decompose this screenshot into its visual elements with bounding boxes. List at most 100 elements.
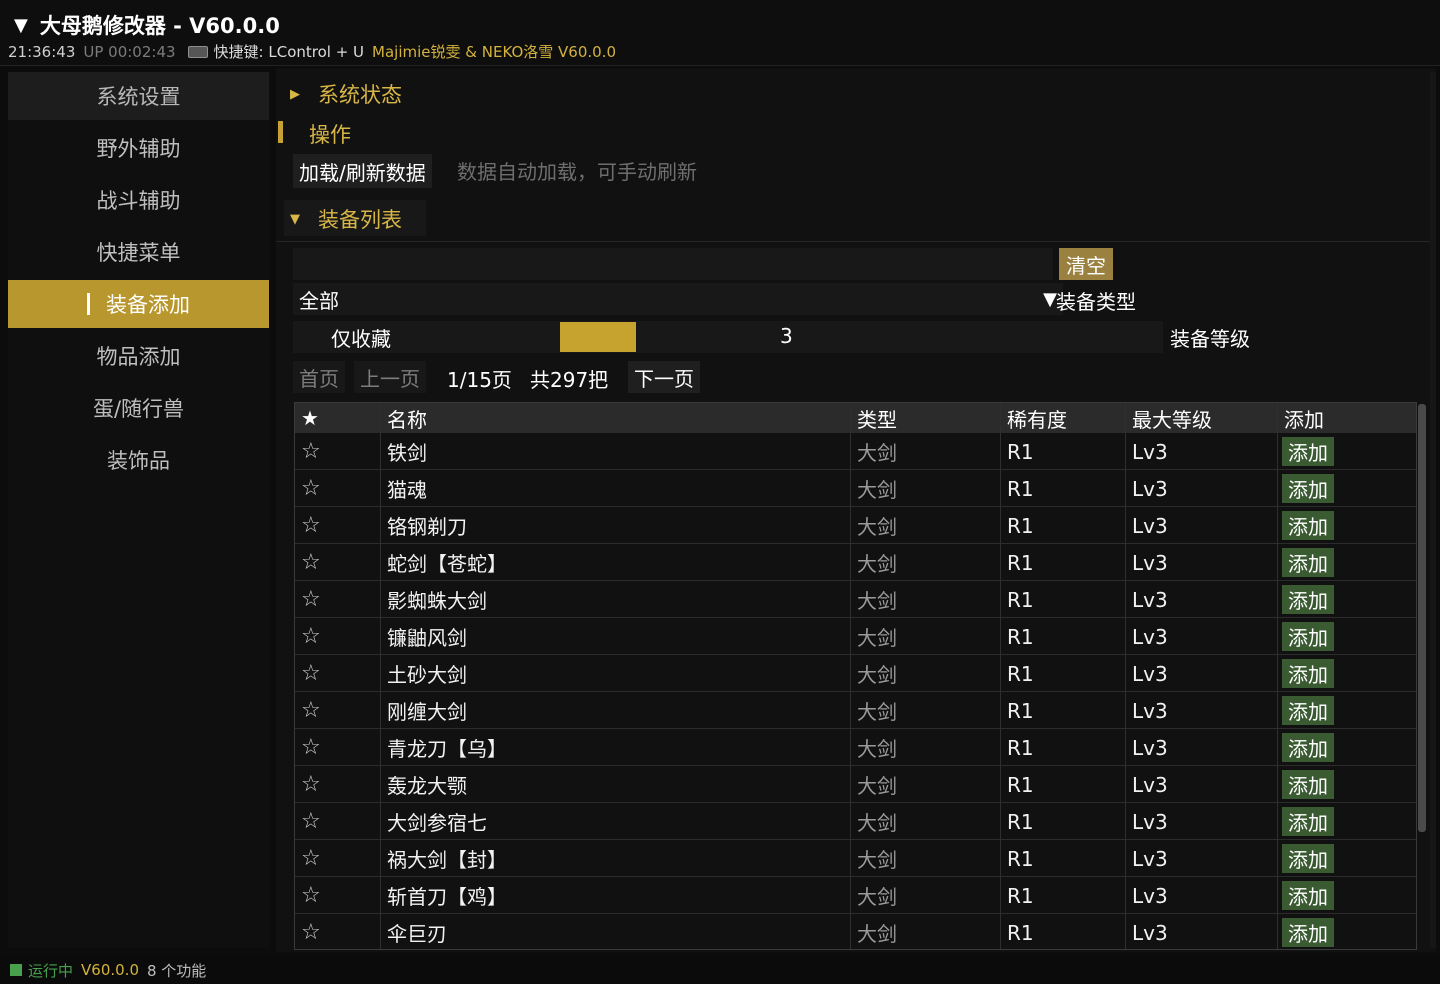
favorite-star-icon[interactable]: ☆: [295, 507, 381, 544]
favorite-star-icon[interactable]: ☆: [295, 470, 381, 507]
prev-page-button[interactable]: 上一页: [354, 361, 426, 393]
table-row: ☆ 镰鼬风剑 大剑 R1 Lv3 添加: [295, 618, 1416, 655]
sidebar-item-field-assist[interactable]: 野外辅助: [8, 124, 269, 172]
sidebar-item-label: 野外辅助: [96, 137, 181, 161]
search-input[interactable]: [293, 248, 1053, 280]
divider: [276, 241, 1431, 242]
hotkey-text: 快捷键: LControl + U: [213, 43, 365, 61]
equipment-rarity: R1: [1007, 920, 1034, 945]
add-button[interactable]: 添加: [1282, 474, 1334, 503]
favorite-star-icon[interactable]: ☆: [295, 914, 381, 949]
add-button[interactable]: 添加: [1282, 511, 1334, 540]
header-favorite[interactable]: ★: [295, 403, 381, 433]
sidebar-item-system-settings[interactable]: 系统设置: [8, 72, 269, 120]
sidebar-item-decorations[interactable]: 装饰品: [8, 436, 269, 484]
system-status-header[interactable]: ▶ 系统状态: [290, 79, 402, 109]
feature-count: 8 个功能: [147, 961, 207, 980]
favorite-star-icon[interactable]: ☆: [295, 581, 381, 618]
header-add[interactable]: 添加: [1278, 403, 1416, 433]
table-row: ☆ 刚缠大剑 大剑 R1 Lv3 添加: [295, 692, 1416, 729]
type-select-value: 全部: [299, 288, 339, 313]
equipment-max-level: Lv3: [1132, 883, 1168, 908]
equipment-name: 轰龙大颚: [387, 774, 467, 798]
add-button[interactable]: 添加: [1282, 807, 1334, 836]
equipment-max-level: Lv3: [1132, 513, 1168, 538]
equipment-name: 祸大剑【封】: [387, 848, 507, 872]
favorite-star-icon[interactable]: ☆: [295, 840, 381, 877]
equipment-level-label: 装备等级: [1170, 327, 1250, 351]
header-name[interactable]: 名称: [381, 403, 851, 433]
favorite-star-icon[interactable]: ☆: [295, 544, 381, 581]
favorite-star-icon[interactable]: ☆: [295, 877, 381, 914]
collapse-triangle-icon: ▼: [290, 211, 300, 227]
total-count: 共297把: [530, 368, 609, 392]
next-page-button[interactable]: 下一页: [628, 361, 700, 393]
add-button[interactable]: 添加: [1282, 844, 1334, 873]
level-slider[interactable]: [553, 321, 1163, 353]
sidebar-item-eggs-pets[interactable]: 蛋/随行兽: [8, 384, 269, 432]
equipment-max-level: Lv3: [1132, 587, 1168, 612]
table-row: ☆ 青龙刀【乌】 大剑 R1 Lv3 添加: [295, 729, 1416, 766]
column-divider: [380, 403, 381, 949]
title-row[interactable]: ▼ 大母鹅修改器 - V60.0.0: [14, 10, 280, 40]
favorite-star-icon[interactable]: ☆: [295, 692, 381, 729]
sidebar-item-quick-menu[interactable]: 快捷菜单: [8, 228, 269, 276]
add-button[interactable]: 添加: [1282, 881, 1334, 910]
add-button[interactable]: 添加: [1282, 733, 1334, 762]
equipment-type: 大剑: [857, 552, 897, 576]
equipment-name: 影蜘蛛大剑: [387, 589, 487, 613]
add-button[interactable]: 添加: [1282, 659, 1334, 688]
equipment-type-select[interactable]: 全部 ▼: [293, 283, 1063, 315]
clear-button[interactable]: 清空: [1059, 248, 1113, 280]
equipment-type-label: 装备类型: [1056, 290, 1136, 314]
equipment-rarity: R1: [1007, 883, 1034, 908]
equipment-name: 土砂大剑: [387, 663, 467, 687]
collapse-triangle-icon[interactable]: ▼: [14, 15, 28, 36]
main-scrollbar[interactable]: [1430, 72, 1436, 948]
reload-data-button[interactable]: 加载/刷新数据: [293, 154, 432, 188]
equipment-type: 大剑: [857, 848, 897, 872]
first-page-button[interactable]: 首页: [293, 361, 345, 393]
favorite-star-icon[interactable]: ☆: [295, 766, 381, 803]
equipment-rarity: R1: [1007, 439, 1034, 464]
header-type[interactable]: 类型: [851, 403, 1001, 433]
window-title: 大母鹅修改器 - V60.0.0: [39, 14, 280, 38]
status-version: V60.0.0: [81, 961, 139, 979]
section-marker: [278, 121, 283, 143]
favorite-star-icon[interactable]: ☆: [295, 729, 381, 766]
add-button[interactable]: 添加: [1282, 622, 1334, 651]
table-row: ☆ 铬钢剃刀 大剑 R1 Lv3 添加: [295, 507, 1416, 544]
sidebar-item-combat-assist[interactable]: 战斗辅助: [8, 176, 269, 224]
equipment-rarity: R1: [1007, 809, 1034, 834]
favorite-star-icon[interactable]: ☆: [295, 433, 381, 470]
equipment-type: 大剑: [857, 589, 897, 613]
table-row: ☆ 轰龙大颚 大剑 R1 Lv3 添加: [295, 766, 1416, 803]
table-scrollbar[interactable]: [1418, 404, 1426, 832]
add-button[interactable]: 添加: [1282, 696, 1334, 725]
favorite-star-icon[interactable]: ☆: [295, 655, 381, 692]
section-title: 系统状态: [318, 83, 402, 107]
equipment-type: 大剑: [857, 478, 897, 502]
favorite-star-icon[interactable]: ☆: [295, 803, 381, 840]
equipment-max-level: Lv3: [1132, 550, 1168, 575]
table-row: ☆ 斩首刀【鸡】 大剑 R1 Lv3 添加: [295, 877, 1416, 914]
add-button[interactable]: 添加: [1282, 437, 1334, 466]
equipment-type: 大剑: [857, 737, 897, 761]
status-bar: 运行中 V60.0.0 8 个功能: [0, 956, 1440, 984]
main-panel: ▶ 系统状态 操作 加载/刷新数据 数据自动加载，可手动刷新 ▼ 装备列表 清空…: [276, 68, 1436, 952]
title-bar: ▼ 大母鹅修改器 - V60.0.0 21:36:43 UP 00:02:43 …: [0, 0, 1440, 66]
add-button[interactable]: 添加: [1282, 585, 1334, 614]
add-button[interactable]: 添加: [1282, 770, 1334, 799]
add-button[interactable]: 添加: [1282, 918, 1334, 947]
level-slider-handle[interactable]: [560, 322, 636, 352]
favorite-star-icon[interactable]: ☆: [295, 618, 381, 655]
header-max-level[interactable]: 最大等级: [1126, 403, 1278, 433]
add-button[interactable]: 添加: [1282, 548, 1334, 577]
equipment-type: 大剑: [857, 774, 897, 798]
sidebar-item-item-add[interactable]: 物品添加: [8, 332, 269, 380]
sidebar-item-equipment-add[interactable]: 装备添加: [8, 280, 269, 328]
header-rarity[interactable]: 稀有度: [1001, 403, 1126, 433]
equipment-rarity: R1: [1007, 735, 1034, 760]
active-indicator: [87, 293, 90, 315]
equipment-list-header[interactable]: ▼ 装备列表: [290, 204, 402, 234]
